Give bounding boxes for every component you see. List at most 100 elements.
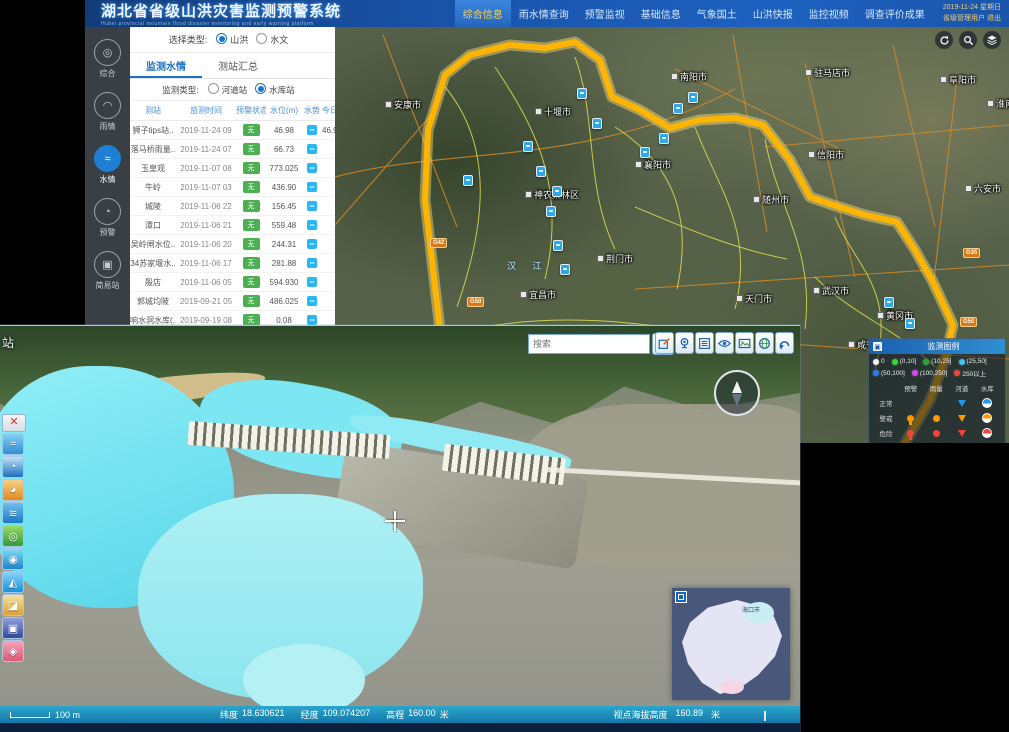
rail-item-overview[interactable]: ◎综合 [94,39,121,79]
rail-item-simple-station[interactable]: ▣简易站 [94,251,121,291]
snapshot-button[interactable] [735,332,754,354]
legend-header[interactable]: ▣ 监测图例 [869,339,1005,354]
filter-option-2[interactable]: 水库站 [255,85,295,95]
water-station-marker[interactable] [592,118,602,129]
nav-item-3[interactable]: 预警监视 [577,0,633,27]
compass[interactable] [714,370,760,416]
dot-symbol [933,430,940,437]
simple-station-icon: ▣ [94,251,121,278]
table-row[interactable]: 城陵2019-11-06 22无156.45− [130,197,335,216]
table-row[interactable]: 落马桥雨量..2019-11-24 07无66.73− [130,140,335,159]
nav-item-6[interactable]: 山洪快报 [745,0,801,27]
today-level [322,254,335,273]
type-radio[interactable] [256,33,267,44]
alert-ribbon-button[interactable]: ◈ [2,640,24,662]
typhoon-button[interactable]: ◕ [2,479,24,501]
table-row[interactable]: 牛岭2019-11-07 03无436.90− [130,178,335,197]
col-header-3: 预警状态 [236,101,266,121]
trend-steady-icon: − [307,277,317,287]
scene-3d[interactable]: 站 ✕≈◔◕≋◎◉◭◪▣◈ 海口市 [0,326,800,706]
water-cycle-button[interactable]: ◔ [2,456,24,478]
water-station-marker[interactable] [905,318,915,329]
table-row[interactable]: 玉皇观2019-11-07 08无773.025− [130,159,335,178]
legend-scale-item: (10,25] [923,358,951,365]
close-button[interactable]: ✕ [2,414,26,432]
water-station-marker[interactable] [552,186,562,197]
overview-inset-map[interactable]: 海口市 [672,588,790,700]
nav-item-4[interactable]: 基础信息 [633,0,689,27]
water-station-marker[interactable] [673,103,683,114]
search-button[interactable] [959,31,977,49]
legend-collapse-icon[interactable]: ▣ [873,342,882,351]
nav-item-2[interactable]: 雨水情查询 [511,0,577,27]
filter-row: 监测类型: 河道站水库站 [130,79,335,101]
water-station-marker[interactable] [553,240,563,251]
city-label: 淮南 [987,97,1009,110]
water-station-marker[interactable] [523,141,533,152]
table-row[interactable]: 狮子tips站..2019-11-24 09无46.98−46.99 [130,121,335,140]
water-level: 773.025 [266,159,302,178]
type-option-2[interactable]: 水文 [256,35,288,45]
type-radio[interactable] [216,33,227,44]
search-input[interactable] [528,334,650,354]
nav-item-1[interactable]: 综合信息 [455,0,511,27]
table-row[interactable]: 吴岭闸水位..2019-11-06 20无244.31− [130,235,335,254]
city-label: 安康市 [385,98,421,111]
eye-button[interactable] [715,332,734,354]
water-station-marker[interactable] [560,264,570,275]
nav-item-7[interactable]: 监控视频 [801,0,857,27]
legend-col-header: 预警 [904,383,917,393]
tri-symbol [958,415,966,422]
filter-radio[interactable] [208,83,219,94]
sand-dune-button[interactable]: ◪ [2,594,24,616]
top-nav: 综合信息雨水情查询预警监视基础信息气象国土山洪快报监控视频调查评价成果 [455,0,933,27]
water-trend: − [302,121,322,140]
waves-button[interactable]: ≋ [2,502,24,524]
table-row[interactable]: 潭口2019-11-06 21无559.48− [130,216,335,235]
warn-status: 无 [236,216,266,235]
annotate-button[interactable] [655,332,674,354]
water-station-marker[interactable] [536,166,546,177]
back-button[interactable] [775,332,794,354]
table-row[interactable]: 殷店2019-11-06 05无594.930− [130,273,335,292]
splash-button[interactable]: ◉ [2,548,24,570]
filter-option-1[interactable]: 河道站 [208,85,248,95]
water-station-marker[interactable] [640,147,650,158]
status-badge: 无 [243,162,260,174]
water-station-marker[interactable] [688,92,698,103]
water-station-marker[interactable] [463,175,473,186]
eye-altitude-readout: 视点海拔高度 160.89 米 [613,708,720,721]
filter-radio[interactable] [255,83,266,94]
nav-item-8[interactable]: 调查评价成果 [857,0,933,27]
table-row[interactable]: 34苏家堰水..2019-11-06 17无281.88− [130,254,335,273]
rail-item-rainfall[interactable]: ◠雨情 [94,92,121,132]
water-station-marker[interactable] [546,206,556,217]
gate-frame-button[interactable]: ▣ [2,617,24,639]
rail-item-water[interactable]: ≈水情 [94,145,121,185]
water-station-marker[interactable] [659,133,669,144]
tab-2[interactable]: 测站汇总 [202,53,274,78]
monitor-time: 2019-11-24 07 [176,140,236,159]
city-label: 天门市 [736,292,772,305]
camera-button[interactable] [675,332,694,354]
legend-row-label: 正常 [880,398,893,408]
inset-city-label: 海口市 [742,605,760,614]
water-station-marker[interactable] [577,88,587,99]
list-button[interactable] [695,332,714,354]
target-area-button[interactable]: ◎ [2,525,24,547]
globe-button[interactable] [755,332,774,354]
eye-unit: 米 [711,708,720,721]
table-row[interactable]: 郭城均陂2019-09-21 05无486.025− [130,292,335,311]
rail-item-warning[interactable]: ◔预警 [94,198,121,238]
tab-1[interactable]: 监测水情 [130,53,202,78]
flood-render-button[interactable]: ≈ [2,433,24,455]
nav-item-5[interactable]: 气象国土 [689,0,745,27]
inset-collapse-icon[interactable] [675,591,687,603]
basin-button[interactable]: ◭ [2,571,24,593]
refresh-button[interactable] [935,31,953,49]
user-text[interactable]: 省级管理用户 退出 [943,14,1001,25]
type-option-1[interactable]: 山洪 [216,35,248,45]
status-badge: 无 [243,295,260,307]
water-station-marker[interactable] [884,297,894,308]
layers-button[interactable] [983,31,1001,49]
